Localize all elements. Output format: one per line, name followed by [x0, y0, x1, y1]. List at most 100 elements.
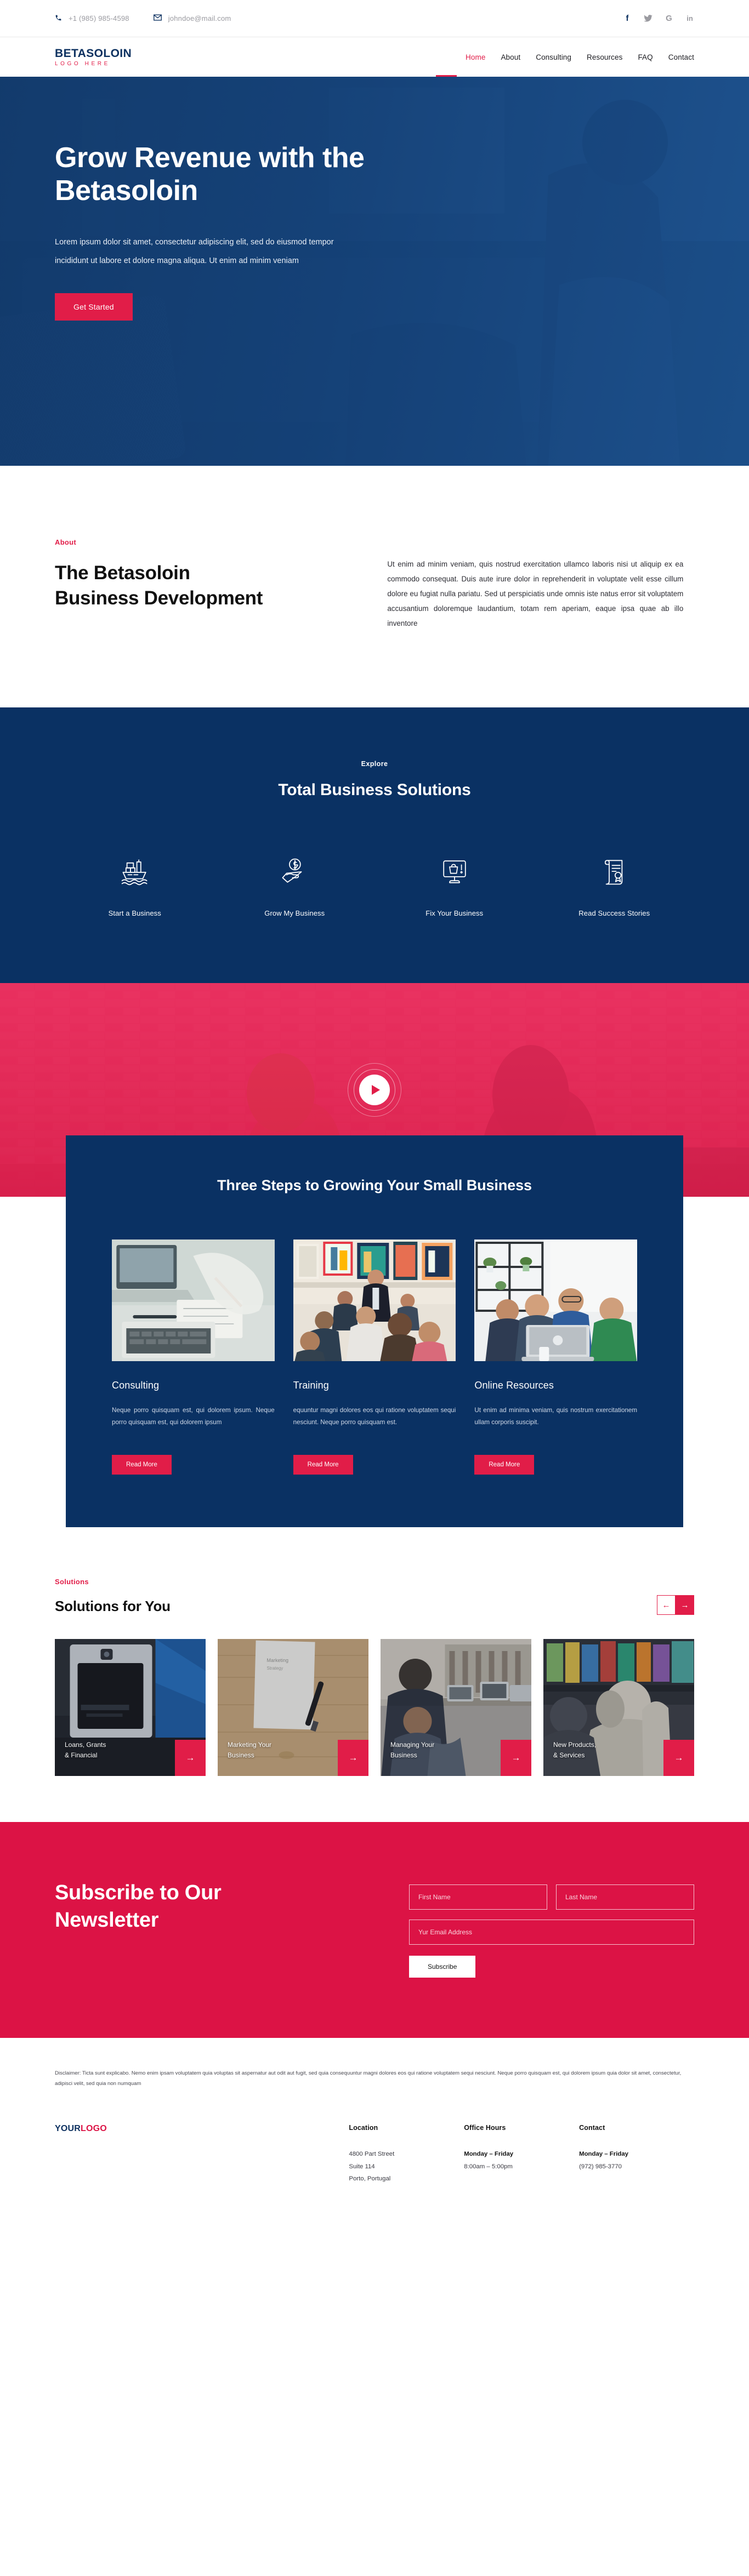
subscribe-button[interactable]: Subscribe	[409, 1956, 476, 1978]
read-more-button[interactable]: Read More	[293, 1455, 353, 1475]
feature-label: Fix Your Business	[425, 909, 484, 918]
footer-location-line2: Suite 114	[349, 2163, 375, 2170]
footer-location-line1: 4800 Part Street	[349, 2151, 395, 2158]
steps-heading: Three Steps to Growing Your Small Busine…	[217, 1177, 532, 1194]
about-section: About The Betasoloin Business Developmen…	[0, 466, 749, 708]
feature-label: Grow My Business	[264, 909, 325, 918]
explore-eyebrow: Explore	[361, 760, 388, 768]
topbar-email-text: johndoe@mail.com	[168, 14, 231, 22]
hero-section: Grow Revenue with the Betasoloin Lorem i…	[0, 77, 749, 466]
three-steps-panel: Three Steps to Growing Your Small Busine…	[66, 1135, 683, 1528]
brand-tagline: LOGO HERE	[55, 60, 110, 67]
social-links: f G in	[623, 14, 694, 23]
footer-hours-days: Monday – Friday	[464, 2151, 514, 2158]
play-button[interactable]	[359, 1075, 390, 1106]
nav-item-resources[interactable]: Resources	[587, 53, 622, 61]
arrow-right-icon[interactable]: →	[175, 1740, 206, 1777]
brand-name: BETASOLOIN	[55, 47, 132, 60]
google-icon[interactable]: G	[665, 14, 673, 23]
envelope-icon	[153, 14, 162, 22]
footer-logo[interactable]: YOURLOGO	[55, 2124, 349, 2134]
nav-item-home[interactable]: Home	[466, 53, 485, 61]
footer: Disclaimer: Ticta sunt explicabo. Nemo e…	[0, 2038, 749, 2232]
arrow-right-icon[interactable]: →	[501, 1740, 531, 1777]
arrow-right-icon[interactable]: →	[676, 1595, 694, 1615]
nav-item-about[interactable]: About	[501, 53, 520, 61]
sfy-eyebrow: Solutions	[55, 1578, 89, 1586]
footer-location-lines: 4800 Part Street Suite 114 Porto, Portug…	[349, 2148, 464, 2185]
step-card-consulting: Consulting Neque porro quisquam est, qui…	[112, 1239, 275, 1475]
footer-hours-title: Office Hours	[464, 2124, 506, 2132]
footer-contact-days: Monday – Friday	[579, 2151, 628, 2158]
solutions-heading: Total Business Solutions	[278, 781, 471, 799]
total-business-solutions-section: Explore Total Business Solutions Start a…	[0, 707, 749, 984]
topbar-contact-group: +1 (985) 985-4598 johndoe@mail.com	[55, 14, 231, 23]
about-eyebrow: About	[55, 538, 77, 546]
sfy-header: Solutions Solutions for You ← →	[55, 1578, 694, 1615]
linkedin-icon[interactable]: in	[685, 14, 694, 23]
sfy-card-label: Marketing Your Business	[228, 1740, 272, 1759]
topbar-phone[interactable]: +1 (985) 985-4598	[55, 14, 129, 23]
feature-label: Read Success Stories	[578, 909, 650, 918]
step-card-title: Training	[293, 1379, 329, 1391]
footer-columns: YOURLOGO Location 4800 Part Street Suite…	[55, 2124, 694, 2232]
read-more-button[interactable]: Read More	[474, 1455, 535, 1475]
landing-page: +1 (985) 985-4598 johndoe@mail.com f G i…	[0, 0, 749, 2232]
sfy-card-marketing-your-business[interactable]: Marketing Strategy Marketing Your Busine…	[218, 1639, 368, 1777]
nav-item-consulting[interactable]: Consulting	[536, 53, 571, 61]
step-card-body: equuntur magni dolores eos qui ratione v…	[293, 1406, 456, 1426]
team-laptop-photo	[474, 1239, 638, 1361]
name-row	[409, 1884, 694, 1910]
facebook-icon[interactable]: f	[623, 14, 632, 23]
sfy-card-label: Loans, Grants & Financial	[65, 1740, 106, 1759]
footer-location-title: Location	[349, 2124, 378, 2132]
feature-start-a-business[interactable]: Start a Business	[55, 851, 215, 917]
step-card-body: Ut enim ad minima veniam, quis nostrum e…	[474, 1406, 638, 1426]
feature-grow-my-business[interactable]: Grow My Business	[215, 851, 375, 917]
certificate-scroll-icon	[599, 851, 629, 887]
topbar-phone-text: +1 (985) 985-4598	[69, 14, 129, 22]
feature-fix-your-business[interactable]: Fix Your Business	[374, 851, 535, 917]
feature-label: Start a Business	[108, 909, 161, 918]
footer-contact-lines: Monday – Friday (972) 985-3770	[579, 2148, 694, 2172]
newsletter-section: Subscribe to Our Newsletter Subscribe	[0, 1822, 749, 2038]
arrow-right-icon[interactable]: →	[338, 1740, 368, 1777]
arrow-left-icon[interactable]: ←	[657, 1595, 676, 1615]
play-icon	[371, 1085, 380, 1095]
twitter-icon[interactable]	[644, 14, 652, 23]
hero-paragraph: Lorem ipsum dolor sit amet, consectetur …	[55, 237, 334, 265]
sfy-card-label: Managing Your Business	[390, 1740, 435, 1759]
sfy-card-loans-grants-financial[interactable]: Loans, Grants & Financial →	[55, 1639, 206, 1777]
footer-location-line3: Porto, Portugal	[349, 2175, 391, 2182]
step-card-online-resources: Online Resources Ut enim ad minima venia…	[474, 1239, 638, 1475]
footer-logo-your: YOUR	[55, 2124, 81, 2134]
brand-logo[interactable]: BETASOLOIN LOGO HERE	[55, 48, 132, 67]
step-card-title: Consulting	[112, 1379, 160, 1391]
get-started-button[interactable]: Get Started	[55, 293, 133, 321]
sfy-card-managing-your-business[interactable]: Managing Your Business →	[381, 1639, 531, 1777]
footer-contact-column: Contact Monday – Friday (972) 985-3770	[579, 2124, 694, 2185]
nav-item-faq[interactable]: FAQ	[638, 53, 652, 61]
arrow-right-icon[interactable]: →	[663, 1740, 694, 1777]
footer-hours-time: 8:00am – 5:00pm	[464, 2163, 513, 2170]
first-name-input[interactable]	[409, 1884, 547, 1910]
solutions-for-you-section: Solutions Solutions for You ← → Loans, G…	[0, 1527, 749, 1823]
sfy-card-grid: Loans, Grants & Financial → Marketing St…	[55, 1639, 694, 1822]
sfy-card-label: New Products, & Services	[553, 1740, 597, 1759]
hero-title: Grow Revenue with the Betasoloin	[55, 142, 365, 207]
sfy-card-new-products-services[interactable]: New Products, & Services →	[543, 1639, 694, 1777]
footer-logo-column: YOURLOGO	[55, 2124, 349, 2185]
last-name-input[interactable]	[556, 1884, 694, 1910]
nav-item-contact[interactable]: Contact	[668, 53, 694, 61]
nav-menu: Home About Consulting Resources FAQ Cont…	[466, 53, 694, 61]
read-more-button[interactable]: Read More	[112, 1455, 172, 1475]
footer-hours-lines: Monday – Friday 8:00am – 5:00pm	[464, 2148, 579, 2172]
about-left: About The Betasoloin Business Developmen…	[55, 538, 387, 631]
step-card-body: Neque porro quisquam est, qui dolorem ip…	[112, 1406, 275, 1426]
email-input[interactable]	[409, 1920, 694, 1945]
carousel-controls: ← →	[657, 1595, 694, 1615]
hand-dollar-coin-icon	[280, 851, 309, 887]
topbar-email[interactable]: johndoe@mail.com	[153, 14, 231, 22]
footer-contact-title: Contact	[579, 2124, 605, 2132]
feature-read-success-stories[interactable]: Read Success Stories	[535, 851, 695, 917]
